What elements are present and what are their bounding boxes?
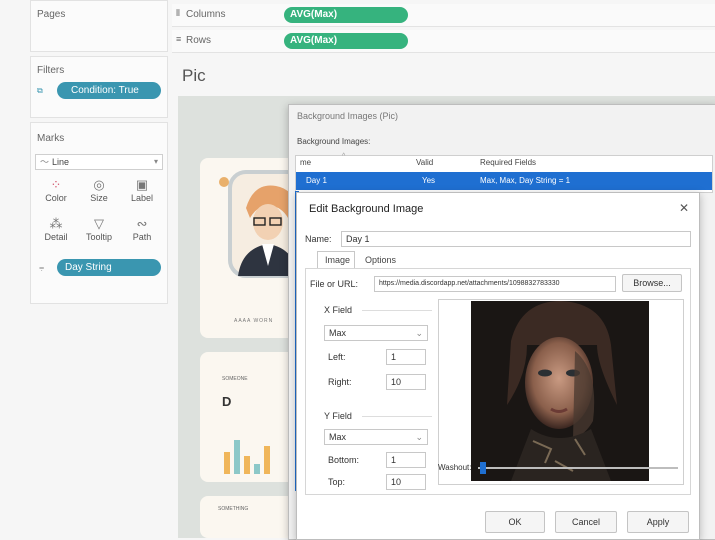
- tab-image-label: Image: [325, 255, 351, 265]
- row-required-fields: Max, Max, Day String = 1: [480, 176, 571, 185]
- filters-title: Filters: [37, 65, 65, 76]
- path-label: Path: [132, 232, 152, 242]
- browse-button[interactable]: Browse...: [622, 274, 682, 292]
- bottom-field[interactable]: 1: [386, 452, 426, 468]
- washout-label: Washout:: [438, 463, 472, 472]
- bg-card-bottom: SOMETHING: [200, 496, 296, 538]
- marks-card: Marks 〜 Line ▾ ⁘ Color ◎ Size ▣ Label ⁂ Deta…: [30, 122, 168, 304]
- image-preview: [438, 299, 684, 485]
- label-button[interactable]: ▣ Label: [122, 177, 162, 203]
- background-images-title: Background Images (Pic): [297, 111, 399, 121]
- file-url-field[interactable]: https://media.discordapp.net/attachments…: [374, 276, 616, 292]
- tab-image[interactable]: Image: [317, 251, 355, 269]
- label-label: Label: [130, 193, 154, 203]
- chevron-down-icon: ▾: [153, 157, 158, 166]
- size-label: Size: [90, 193, 108, 203]
- x-field-rule: [362, 310, 432, 311]
- row-name: Day 1: [306, 176, 327, 185]
- columns-pill[interactable]: AVG(Max): [284, 7, 408, 23]
- rows-pill[interactable]: AVG(Max): [284, 33, 408, 49]
- path-button[interactable]: ∾ Path: [122, 216, 162, 242]
- apply-button[interactable]: Apply: [627, 511, 689, 533]
- left-label: Left:: [328, 352, 346, 362]
- filter-pill[interactable]: Condition: True: [57, 82, 161, 99]
- label-icon: ▣: [135, 177, 149, 192]
- edit-background-image-dialog: Edit Background Image ✕ Name: Day 1 Imag…: [296, 192, 700, 540]
- y-field-select[interactable]: Max ⌄: [324, 429, 428, 445]
- tab-options[interactable]: Options: [359, 251, 401, 269]
- name-label: Name:: [305, 234, 332, 244]
- tooltip-icon: ▽: [94, 216, 104, 231]
- tooltip-button[interactable]: ▽ Tooltip: [79, 216, 119, 242]
- mark-type-select[interactable]: 〜 Line ▾: [35, 154, 163, 170]
- background-images-section-label: Background Images:: [297, 137, 371, 146]
- y-field-label: Y Field: [324, 411, 352, 421]
- bg-card-middle: SOMEONE D: [200, 352, 296, 482]
- x-field-value: Max: [329, 328, 347, 338]
- x-field-label: X Field: [324, 305, 353, 315]
- file-url-label: File or URL:: [310, 279, 359, 289]
- path-icon: ∾: [136, 216, 148, 231]
- y-field-rule: [362, 416, 432, 417]
- mark-type-label: Line: [52, 157, 70, 167]
- chevron-down-icon: ⌄: [415, 432, 423, 442]
- row-valid: Yes: [422, 176, 436, 185]
- mini-bar-chart: [224, 440, 270, 474]
- image-tab-panel: File or URL: https://media.discordapp.ne…: [305, 268, 691, 495]
- tooltip-label: Tooltip: [85, 232, 112, 242]
- portrait-image: [471, 301, 649, 481]
- rows-label: Rows: [186, 35, 212, 46]
- detail-button[interactable]: ⁂ Detail: [36, 216, 76, 242]
- close-icon[interactable]: ✕: [679, 201, 689, 215]
- size-button[interactable]: ◎ Size: [79, 177, 119, 203]
- name-field[interactable]: Day 1: [341, 231, 691, 247]
- edit-dialog-title: Edit Background Image: [309, 203, 424, 215]
- pages-title: Pages: [37, 9, 66, 20]
- col-header-required-fields[interactable]: Required Fields: [480, 156, 536, 170]
- background-images-table[interactable]: me ^ Valid Required Fields Day 1 Yes Max…: [295, 153, 713, 193]
- table-row[interactable]: Day 1 Yes Max, Max, Day String = 1: [296, 172, 712, 190]
- left-field[interactable]: 1: [386, 349, 426, 365]
- col-header-valid[interactable]: Valid: [416, 156, 433, 170]
- y-field-value: Max: [329, 432, 347, 442]
- right-label: Right:: [328, 377, 352, 387]
- panel-label: SOMEONE: [222, 376, 248, 382]
- rows-shelf[interactable]: ≡ Rows AVG(Max): [172, 30, 715, 53]
- top-label: Top:: [328, 477, 346, 487]
- filters-card: Filters ⧉ Condition: True: [30, 56, 168, 118]
- x-field-select[interactable]: Max ⌄: [324, 325, 428, 341]
- sort-icon: ^: [342, 153, 346, 160]
- top-field[interactable]: 10: [386, 474, 426, 490]
- detail-icon: ⁂: [49, 216, 63, 231]
- detail-label: Detail: [44, 232, 68, 242]
- washout-slider[interactable]: [478, 462, 678, 474]
- panel-letter: D: [222, 394, 232, 409]
- columns-label: Columns: [186, 9, 226, 20]
- avatar-caption: AAAA WORN: [234, 318, 274, 324]
- bottom-label: Bottom:: [328, 455, 360, 465]
- right-field[interactable]: 10: [386, 374, 426, 390]
- footer-label: SOMETHING: [218, 506, 249, 512]
- path-field-icon: ⩦: [39, 262, 45, 272]
- color-label: Color: [45, 193, 67, 203]
- sheet-title: Pic: [182, 66, 206, 85]
- rows-icon: ≡: [176, 34, 182, 44]
- line-mark-icon: 〜: [40, 157, 50, 167]
- washout-slider-handle[interactable]: [480, 462, 486, 474]
- col-header-name[interactable]: me: [300, 156, 311, 170]
- columns-icon: ⦀: [176, 8, 180, 18]
- marks-title: Marks: [37, 133, 65, 144]
- tab-options-label: Options: [365, 255, 397, 265]
- filter-icon: ⧉: [37, 86, 43, 95]
- pages-card: Pages: [30, 0, 168, 52]
- columns-shelf[interactable]: ⦀ Columns AVG(Max): [172, 4, 715, 27]
- color-button[interactable]: ⁘ Color: [36, 177, 76, 203]
- color-icon: ⁘: [50, 177, 62, 192]
- chevron-down-icon: ⌄: [415, 328, 423, 338]
- ok-button[interactable]: OK: [485, 511, 545, 533]
- cancel-button[interactable]: Cancel: [555, 511, 617, 533]
- size-icon: ◎: [93, 177, 105, 192]
- day-string-pill[interactable]: Day String: [57, 259, 161, 276]
